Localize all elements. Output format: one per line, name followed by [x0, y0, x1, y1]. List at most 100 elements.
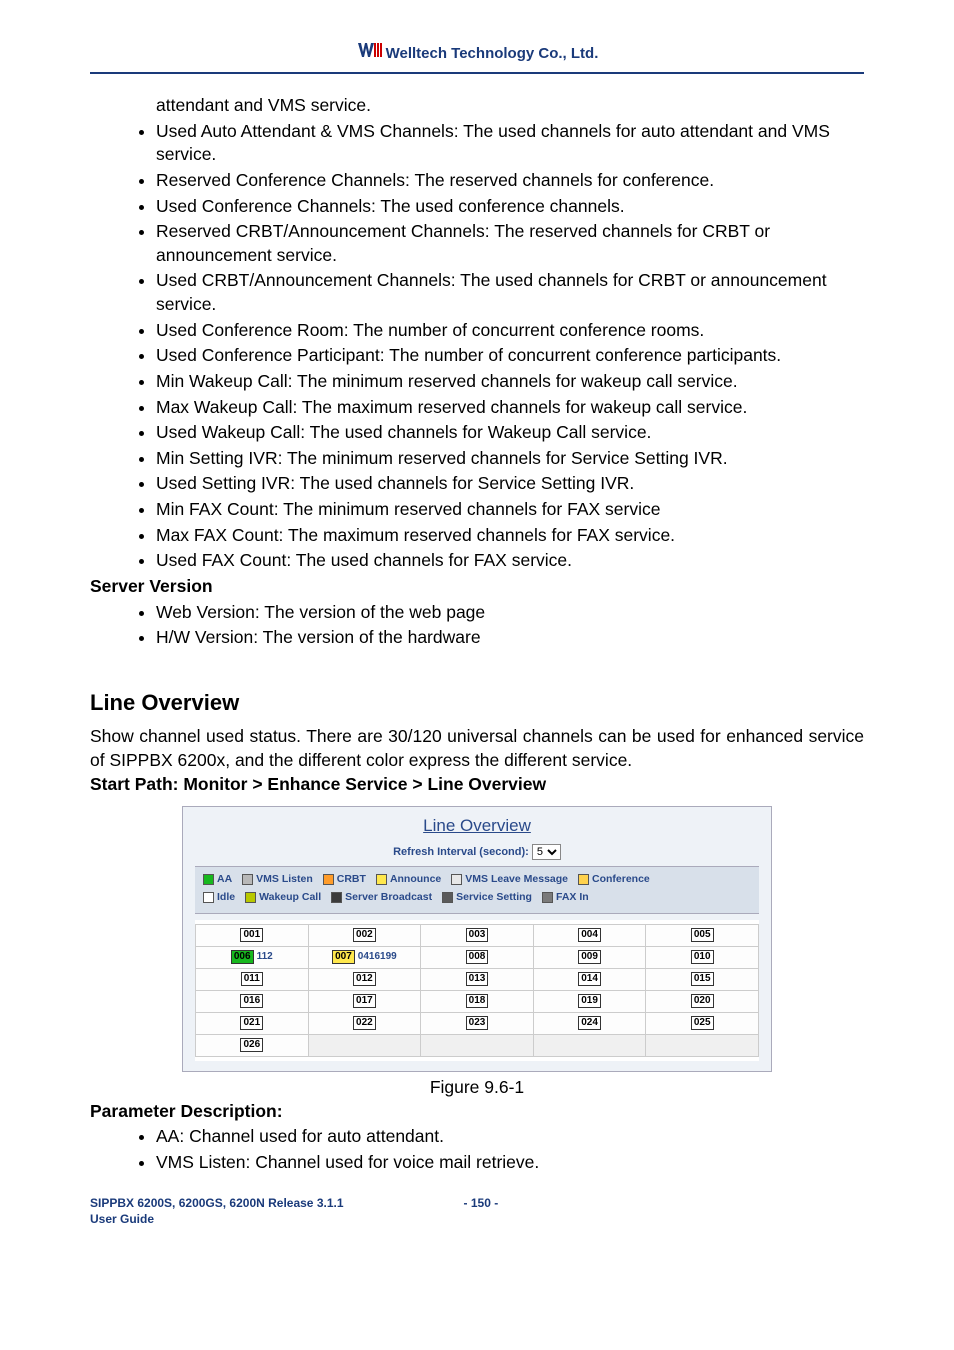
legend-label: Conference [592, 873, 650, 885]
channel-chip: 012 [353, 972, 376, 986]
legend-item: Service Setting [442, 889, 532, 907]
channel-cell[interactable]: 020 [646, 990, 759, 1012]
channel-chip: 010 [691, 950, 714, 964]
channel-cell[interactable]: 021 [196, 1012, 309, 1034]
list-item: Min Setting IVR: The minimum reserved ch… [156, 447, 864, 471]
list-item: Used Auto Attendant & VMS Channels: The … [156, 120, 864, 167]
channel-chip: 008 [466, 950, 489, 964]
channel-cell[interactable] [646, 1034, 759, 1056]
legend-item: FAX In [542, 889, 589, 907]
channel-cell[interactable]: 001 [196, 924, 309, 946]
legend-label: VMS Listen [256, 873, 313, 885]
welltech-logo-icon [356, 40, 382, 66]
legend-swatch [242, 874, 253, 885]
legend-swatch [245, 892, 256, 903]
channel-cell[interactable]: 0070416199 [308, 946, 421, 968]
legend-item: Wakeup Call [245, 889, 321, 907]
legend-label: FAX In [556, 891, 589, 903]
legend-swatch [376, 874, 387, 885]
footer-guide: User Guide [90, 1212, 154, 1226]
channel-chip: 013 [466, 972, 489, 986]
channel-chip: 016 [240, 994, 263, 1008]
channel-sub: 0416199 [358, 951, 397, 962]
channel-cell[interactable]: 003 [421, 924, 534, 946]
intro-continuation: attendant and VMS service. [156, 94, 864, 118]
server-bullet-list: Web Version: The version of the web page… [134, 601, 864, 650]
refresh-label: Refresh Interval (second): [393, 846, 529, 858]
list-item: Used Setting IVR: The used channels for … [156, 472, 864, 496]
channel-cell[interactable]: 024 [533, 1012, 646, 1034]
channel-cell[interactable]: 022 [308, 1012, 421, 1034]
channel-chip: 002 [353, 928, 376, 942]
line-overview-heading: Line Overview [90, 688, 864, 718]
channel-cell[interactable]: 012 [308, 968, 421, 990]
page-number: - 150 - [464, 1196, 499, 1210]
legend-swatch [203, 892, 214, 903]
channel-cell[interactable]: 023 [421, 1012, 534, 1034]
page-footer: SIPPBX 6200S, 6200GS, 6200N Release 3.1.… [90, 1196, 864, 1227]
channel-cell[interactable]: 018 [421, 990, 534, 1012]
list-item: Used CRBT/Announcement Channels: The use… [156, 269, 864, 316]
list-item: Min Wakeup Call: The minimum reserved ch… [156, 370, 864, 394]
channel-cell[interactable] [533, 1034, 646, 1056]
channel-chip: 025 [691, 1016, 714, 1030]
line-overview-widget: Line Overview Refresh Interval (second):… [182, 806, 772, 1072]
legend: AAVMS ListenCRBTAnnounceVMS Leave Messag… [195, 866, 759, 914]
legend-item: Conference [578, 871, 650, 889]
list-item: Used Conference Participant: The number … [156, 344, 864, 368]
widget-title: Line Overview [183, 807, 771, 844]
channel-cell[interactable]: 002 [308, 924, 421, 946]
legend-swatch [442, 892, 453, 903]
company-name: Welltech Technology Co., Ltd. [386, 45, 599, 62]
channel-chip: 014 [578, 972, 601, 986]
channel-chip: 017 [353, 994, 376, 1008]
list-item: Used Conference Channels: The used confe… [156, 195, 864, 219]
channel-cell[interactable]: 010 [646, 946, 759, 968]
channel-cell[interactable]: 025 [646, 1012, 759, 1034]
channel-cell[interactable]: 009 [533, 946, 646, 968]
channel-chip: 007 [332, 950, 355, 964]
channel-cell[interactable]: 004 [533, 924, 646, 946]
channel-cell[interactable]: 011 [196, 968, 309, 990]
channel-cell[interactable] [308, 1034, 421, 1056]
legend-item: Announce [376, 871, 441, 889]
legend-swatch [203, 874, 214, 885]
channel-chip: 026 [240, 1038, 263, 1052]
legend-item: VMS Listen [242, 871, 313, 889]
channel-cell[interactable]: 026 [196, 1034, 309, 1056]
channel-chip: 004 [578, 928, 601, 942]
legend-label: CRBT [337, 873, 366, 885]
channel-cell[interactable]: 019 [533, 990, 646, 1012]
channel-cell[interactable]: 014 [533, 968, 646, 990]
channel-chip: 020 [691, 994, 714, 1008]
channel-cell[interactable] [421, 1034, 534, 1056]
channel-cell[interactable]: 017 [308, 990, 421, 1012]
refresh-interval-select[interactable]: 5 [532, 844, 561, 860]
list-item: Used Conference Room: The number of conc… [156, 319, 864, 343]
channel-chip: 003 [466, 928, 489, 942]
parameter-description-heading: Parameter Description: [90, 1100, 864, 1124]
legend-label: Wakeup Call [259, 891, 321, 903]
legend-swatch [323, 874, 334, 885]
legend-label: Server Broadcast [345, 891, 432, 903]
channel-sub: 112 [257, 951, 273, 962]
legend-item: Idle [203, 889, 235, 907]
list-item: Used FAX Count: The used channels for FA… [156, 549, 864, 573]
channel-cell[interactable]: 006112 [196, 946, 309, 968]
channel-chip: 022 [353, 1016, 376, 1030]
channel-cell[interactable]: 015 [646, 968, 759, 990]
channel-chip: 018 [466, 994, 489, 1008]
list-item: Reserved Conference Channels: The reserv… [156, 169, 864, 193]
channel-cell[interactable]: 013 [421, 968, 534, 990]
channel-cell[interactable]: 005 [646, 924, 759, 946]
channel-cell[interactable]: 016 [196, 990, 309, 1012]
legend-swatch [331, 892, 342, 903]
footer-release: SIPPBX 6200S, 6200GS, 6200N Release 3.1.… [90, 1196, 344, 1210]
main-bullet-list: Used Auto Attendant & VMS Channels: The … [134, 120, 864, 573]
legend-label: Idle [217, 891, 235, 903]
legend-item: AA [203, 871, 232, 889]
channel-cell[interactable]: 008 [421, 946, 534, 968]
channel-chip: 011 [241, 972, 263, 986]
legend-swatch [578, 874, 589, 885]
channel-chip: 001 [240, 928, 263, 942]
